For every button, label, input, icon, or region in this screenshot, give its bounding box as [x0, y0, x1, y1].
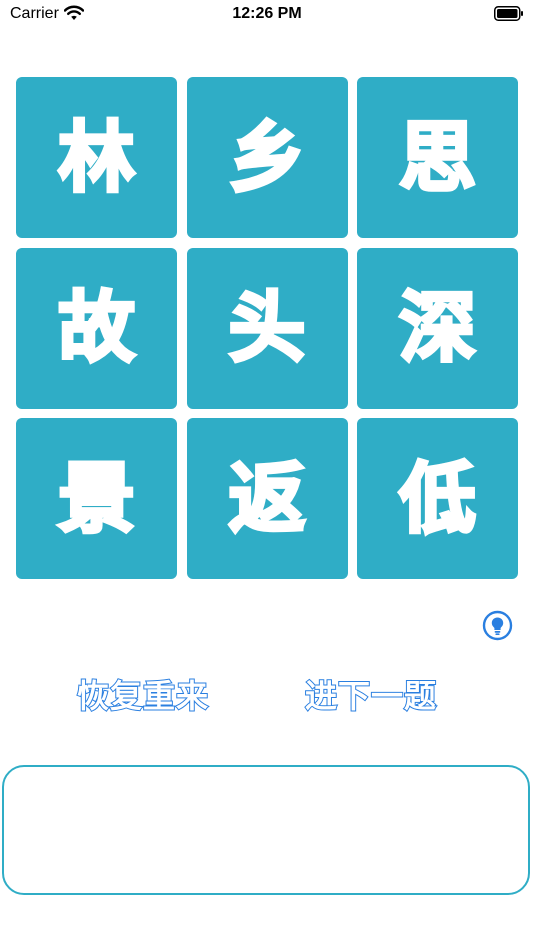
character-tile[interactable]: 故: [16, 247, 177, 409]
status-bar: Carrier 12:26 PM: [0, 0, 534, 30]
character-tile[interactable]: 思: [357, 77, 518, 238]
lightbulb-icon: [482, 610, 513, 645]
character-tile[interactable]: 返: [186, 418, 348, 579]
battery-icon: [494, 6, 524, 21]
tile-character: 低: [398, 453, 478, 543]
character-tile[interactable]: 景: [16, 418, 177, 579]
tile-character: 林: [57, 112, 137, 202]
tile-character: 返: [227, 453, 307, 543]
answer-panel: [2, 765, 530, 895]
hint-button[interactable]: [482, 610, 513, 641]
tile-character: 故: [57, 283, 137, 372]
character-tile[interactable]: 乡: [186, 77, 348, 238]
status-time: 12:26 PM: [232, 5, 302, 22]
character-tile[interactable]: 林: [16, 77, 177, 238]
tile-character: 思: [398, 112, 478, 202]
next-question-button[interactable]: 进下一题: [304, 674, 437, 718]
character-grid: 林 乡 思 故 头 深 景 返 低: [16, 77, 518, 579]
character-tile[interactable]: 低: [357, 418, 518, 579]
character-tile[interactable]: 头: [186, 247, 348, 409]
character-tile[interactable]: 深: [357, 247, 518, 409]
tile-character: 景: [57, 453, 137, 543]
tile-character: 头: [227, 283, 307, 372]
tile-character: 乡: [227, 112, 307, 202]
restore-button[interactable]: 恢复重来: [76, 674, 209, 718]
tile-character: 深: [398, 283, 478, 372]
